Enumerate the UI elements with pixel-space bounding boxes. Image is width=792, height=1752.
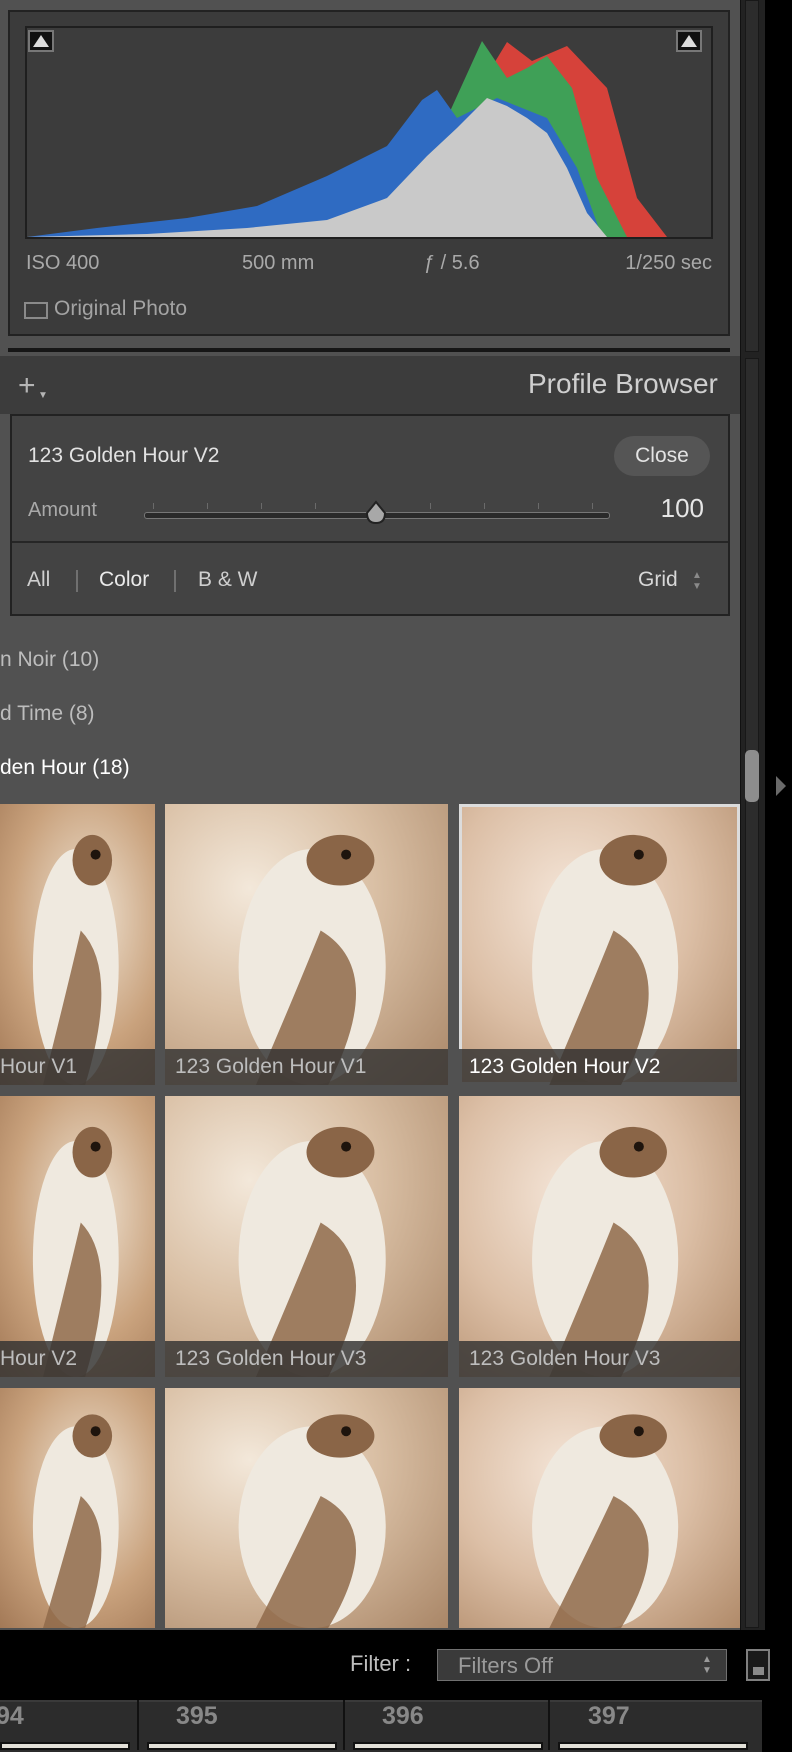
group-item-active[interactable]: den Hour (18) (0, 756, 130, 780)
slider-thumb-icon (365, 500, 387, 525)
hawk-photo-icon (532, 1414, 679, 1628)
frame-separator (343, 1700, 345, 1750)
profile-thumbnail[interactable] (0, 1388, 155, 1628)
filter-label: Filter : (350, 1651, 412, 1676)
profile-thumbnail[interactable] (459, 1388, 740, 1628)
filmstrip-thumbnail[interactable] (0, 1742, 130, 1750)
profile-thumbnail[interactable]: 123 Golden Hour V2 (459, 804, 740, 1085)
profile-thumbnail[interactable]: 123 Golden Hour V1 (165, 804, 448, 1085)
updown-arrows-icon: ▲ ▼ (702, 1654, 712, 1676)
triangle-up-icon (681, 35, 697, 47)
filter-lock-toggle[interactable] (746, 1649, 770, 1681)
profile-thumbnail[interactable] (165, 1388, 448, 1628)
filter-bw[interactable]: B & W (198, 568, 258, 592)
scrollbar-track[interactable] (745, 358, 759, 1628)
hawk-photo-icon (532, 1126, 679, 1377)
selected-profile-name: 123 Golden Hour V2 (28, 444, 220, 467)
frame-separator (548, 1700, 550, 1750)
slider-tick (261, 503, 262, 509)
close-button[interactable]: Close (614, 436, 710, 476)
aperture-info: ƒ / 5.6 (424, 252, 480, 274)
slider-tick (538, 503, 539, 509)
scrollbar-thumb[interactable] (745, 750, 759, 802)
expand-right-icon[interactable] (776, 776, 786, 796)
shadow-clipping-toggle[interactable] (28, 30, 54, 52)
divider (12, 541, 728, 543)
shutter-info: 1/250 sec (625, 252, 712, 274)
slider-tick (592, 503, 593, 509)
profile-thumbnail[interactable]: 123 Golden Hour V3 (165, 1096, 448, 1377)
thumbnail-label: 123 Golden Hour V3 (165, 1341, 448, 1377)
hawk-photo-icon (32, 834, 119, 1085)
thumbnail-label: 123 Golden Hour V2 (459, 1049, 740, 1085)
slider-tick (315, 503, 316, 509)
separator (76, 570, 78, 592)
separator (174, 570, 176, 592)
frame-separator (137, 1700, 139, 1750)
group-item[interactable]: n Noir (10) (0, 648, 99, 672)
amount-value[interactable]: 100 (630, 493, 704, 524)
original-photo-checkbox[interactable] (24, 302, 48, 319)
hawk-photo-icon (238, 834, 386, 1085)
group-item[interactable]: d Time (8) (0, 702, 95, 726)
caret-down-icon: ▼ (38, 390, 48, 401)
profile-thumbnail[interactable]: Hour V2 (0, 1096, 155, 1377)
amount-slider-thumb[interactable] (364, 500, 388, 531)
thumbnail-label: Hour V2 (0, 1341, 155, 1377)
plus-icon[interactable]: + (18, 371, 36, 401)
thumbnail-label: 123 Golden Hour V1 (165, 1049, 448, 1085)
triangle-up-icon (33, 35, 49, 47)
slider-tick (430, 503, 431, 509)
profile-thumbnail[interactable]: 123 Golden Hour V3 (459, 1096, 740, 1377)
filmstrip-thumbnail[interactable] (558, 1742, 748, 1750)
frame-number: 395 (176, 1702, 218, 1730)
thumbnail-label: Hour V1 (0, 1049, 155, 1085)
frame-number: 396 (382, 1702, 424, 1730)
filter-select-value: Filters Off (458, 1653, 553, 1678)
toggle-indicator-icon (753, 1667, 764, 1675)
profile-thumbnail[interactable]: Hour V1 (0, 804, 155, 1085)
amount-label: Amount (28, 499, 97, 521)
filter-color[interactable]: Color (99, 568, 149, 592)
hawk-photo-icon (32, 1414, 119, 1628)
hawk-photo-icon (532, 834, 679, 1085)
hawk-photo-icon (238, 1414, 386, 1628)
highlight-clipping-toggle[interactable] (676, 30, 702, 52)
hawk-photo-icon (238, 1126, 386, 1377)
updown-arrows-icon: ▲ ▼ (692, 570, 702, 592)
filmstrip-thumbnail[interactable] (147, 1742, 337, 1750)
view-mode-select[interactable]: Grid (638, 568, 678, 592)
slider-tick (484, 503, 485, 509)
slider-tick (153, 503, 154, 509)
scrollbar-track[interactable] (745, 0, 759, 352)
panel-title: Profile Browser (528, 368, 718, 399)
iso-info: ISO 400 (26, 252, 100, 274)
filter-all[interactable]: All (27, 568, 50, 592)
frame-number: 397 (588, 1702, 630, 1730)
hawk-photo-icon (32, 1126, 119, 1377)
filmstrip-thumbnail[interactable] (353, 1742, 543, 1750)
histogram-curves (27, 41, 667, 237)
frame-number: 94 (0, 1702, 24, 1730)
original-photo-label: Original Photo (54, 297, 188, 320)
panel-divider (8, 348, 730, 352)
slider-tick (207, 503, 208, 509)
focal-length-info: 500 mm (242, 252, 315, 274)
thumbnail-label: 123 Golden Hour V3 (459, 1341, 740, 1377)
histogram-graph[interactable] (25, 26, 713, 239)
